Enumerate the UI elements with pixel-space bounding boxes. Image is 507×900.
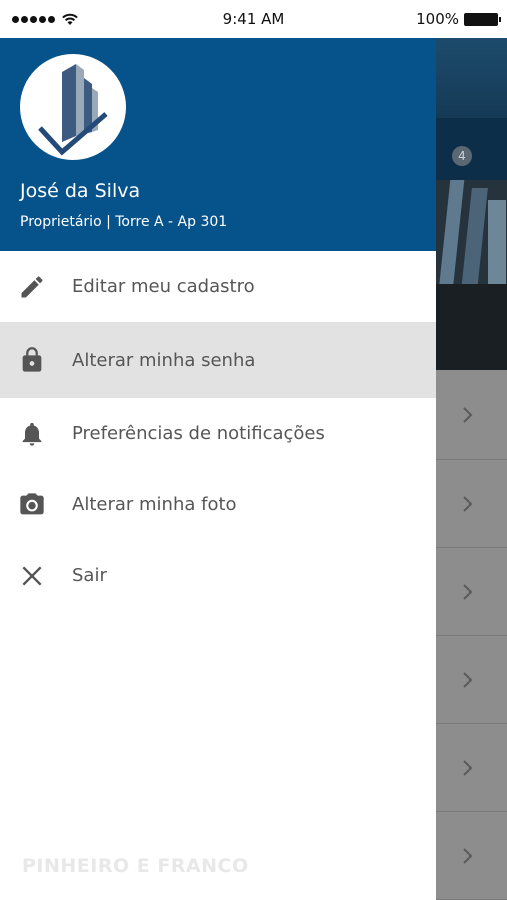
- battery-percentage: 100%: [416, 10, 459, 28]
- bell-icon: [17, 419, 47, 449]
- menu-item-label: Preferências de notificações: [72, 423, 325, 444]
- menu-item-logout[interactable]: Sair: [0, 540, 436, 611]
- chevron-right-icon: [462, 671, 472, 688]
- background-list: [436, 370, 507, 900]
- close-icon: [17, 561, 47, 591]
- menu-item-label: Alterar minha senha: [72, 349, 256, 371]
- lock-icon: [17, 345, 47, 375]
- background-hero-image: [436, 180, 507, 370]
- notification-badge: 4: [452, 146, 472, 166]
- menu-item-change-photo[interactable]: Alterar minha foto: [0, 469, 436, 540]
- pencil-icon: [17, 272, 47, 302]
- menu-item-label: Editar meu cadastro: [72, 276, 255, 297]
- brand-footer: PINHEIRO E FRANCO: [22, 855, 249, 877]
- chevron-right-icon: [462, 847, 472, 864]
- user-name: José da Silva: [20, 180, 141, 202]
- status-right: 100%: [416, 10, 501, 28]
- status-left: [12, 12, 79, 26]
- battery-icon: [464, 12, 501, 26]
- menu-item-label: Alterar minha foto: [72, 494, 237, 515]
- list-item[interactable]: [436, 460, 507, 548]
- drawer-menu: Editar meu cadastro Alterar minha senha …: [0, 251, 436, 611]
- chevron-right-icon: [462, 583, 472, 600]
- chevron-right-icon: [462, 406, 472, 423]
- menu-item-change-password[interactable]: Alterar minha senha: [0, 322, 436, 398]
- user-role: Proprietário | Torre A - Ap 301: [20, 214, 228, 230]
- company-logo-icon: [38, 64, 108, 156]
- chevron-right-icon: [462, 759, 472, 776]
- camera-icon: [17, 490, 47, 520]
- background-header: 4: [436, 38, 507, 180]
- chevron-right-icon: [462, 495, 472, 512]
- status-bar: 9:41 AM 100%: [0, 0, 507, 38]
- avatar[interactable]: [20, 54, 126, 160]
- wifi-icon: [62, 13, 78, 25]
- background-app[interactable]: 4: [436, 38, 507, 900]
- list-item[interactable]: [436, 370, 507, 460]
- list-item[interactable]: [436, 812, 507, 900]
- navigation-drawer: José da Silva Proprietário | Torre A - A…: [0, 38, 436, 900]
- list-item[interactable]: [436, 548, 507, 636]
- menu-item-edit-profile[interactable]: Editar meu cadastro: [0, 251, 436, 322]
- list-item[interactable]: [436, 724, 507, 812]
- cellular-signal-icon: [12, 15, 55, 23]
- menu-item-label: Sair: [72, 565, 107, 586]
- drawer-header: José da Silva Proprietário | Torre A - A…: [0, 38, 436, 251]
- menu-item-notification-preferences[interactable]: Preferências de notificações: [0, 398, 436, 469]
- list-item[interactable]: [436, 636, 507, 724]
